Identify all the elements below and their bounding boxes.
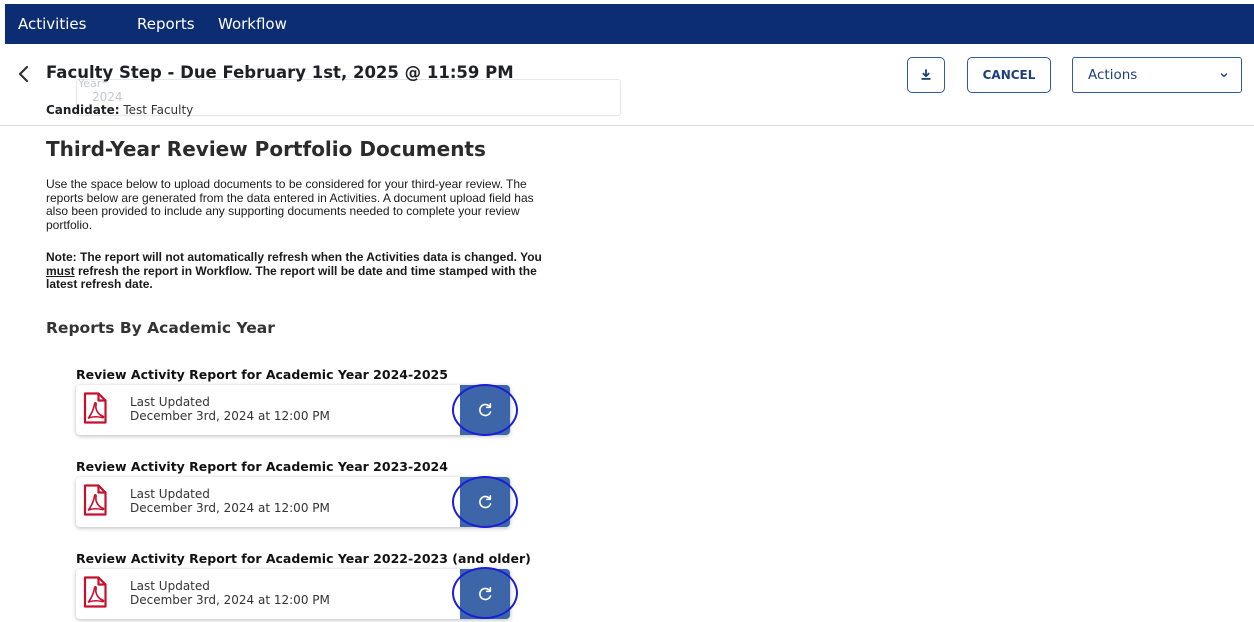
report-title: Review Activity Report for Academic Year…	[76, 367, 448, 382]
note-emphasis: must	[46, 263, 75, 278]
report-card: Last Updated December 3rd, 2024 at 12:00…	[76, 569, 510, 619]
refresh-button[interactable]	[460, 385, 510, 435]
section-title: Third-Year Review Portfolio Documents	[46, 137, 486, 161]
candidate-name: Test Faculty	[123, 103, 194, 117]
refresh-button[interactable]	[460, 477, 510, 527]
candidate-label: Candidate:	[46, 103, 120, 117]
report-card: Last Updated December 3rd, 2024 at 12:00…	[76, 477, 510, 527]
refresh-icon	[479, 494, 492, 509]
report-card: Last Updated December 3rd, 2024 at 12:00…	[76, 385, 510, 435]
section-description: Use the space below to upload documents …	[46, 177, 534, 233]
last-updated-label: Last Updated	[130, 579, 210, 593]
last-updated-value: December 3rd, 2024 at 12:00 PM	[130, 409, 330, 423]
cancel-button[interactable]: CANCEL	[967, 57, 1051, 93]
candidate-info: Candidate: Test Faculty	[46, 103, 193, 117]
refresh-icon	[479, 402, 492, 417]
last-updated-label: Last Updated	[130, 395, 210, 409]
nav-item-workflow[interactable]: Workflow	[218, 4, 287, 44]
refresh-note: Note: The report will not automatically …	[46, 250, 546, 292]
refresh-icon	[479, 586, 492, 601]
top-nav-bar: Activities Reports Workflow	[5, 4, 1254, 44]
pdf-file-icon[interactable]	[83, 392, 107, 424]
page-title: Faculty Step - Due February 1st, 2025 @ …	[46, 63, 514, 82]
last-updated-value: December 3rd, 2024 at 12:00 PM	[130, 501, 330, 515]
pdf-file-icon[interactable]	[83, 576, 107, 608]
chevron-left-icon	[18, 65, 29, 83]
chevron-down-icon	[1220, 73, 1228, 78]
report-title: Review Activity Report for Academic Year…	[76, 551, 531, 566]
reports-heading: Reports By Academic Year	[46, 319, 275, 337]
last-updated-value: December 3rd, 2024 at 12:00 PM	[130, 593, 330, 607]
nav-item-reports[interactable]: Reports	[137, 4, 195, 44]
pdf-file-icon[interactable]	[83, 484, 107, 516]
note-text-2: refresh the report in Workflow. The repo…	[46, 263, 537, 292]
actions-dropdown[interactable]: Actions	[1072, 57, 1242, 93]
year-field-value: 2024	[92, 90, 123, 104]
actions-label: Actions	[1088, 67, 1138, 83]
download-button[interactable]	[907, 57, 945, 93]
refresh-button[interactable]	[460, 569, 510, 619]
last-updated-label: Last Updated	[130, 487, 210, 501]
report-title: Review Activity Report for Academic Year…	[76, 459, 448, 474]
nav-item-activities[interactable]: Activities	[18, 4, 86, 44]
back-button[interactable]	[14, 64, 34, 84]
header-divider	[0, 125, 1254, 126]
note-text-1: Note: The report will not automatically …	[46, 250, 542, 264]
download-icon	[921, 69, 931, 80]
